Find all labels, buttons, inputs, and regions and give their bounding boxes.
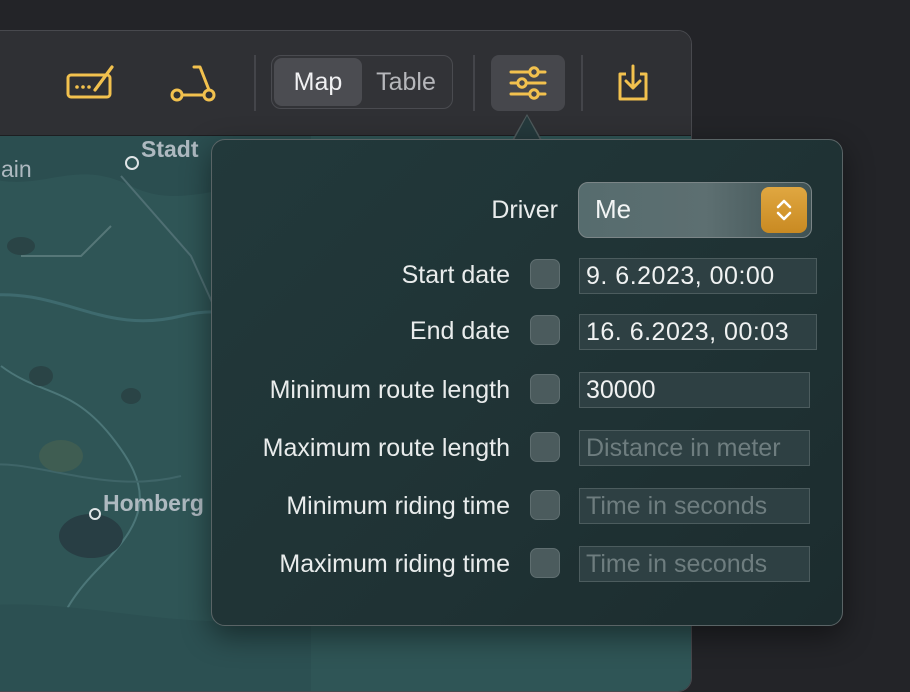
max-route-length-checkbox[interactable] bbox=[530, 432, 560, 462]
view-segmented-control: Map Table bbox=[271, 55, 453, 109]
max-riding-time-field[interactable]: Time in seconds bbox=[579, 546, 810, 582]
min-route-length-field[interactable]: 30000 bbox=[579, 372, 810, 408]
end-date-field[interactable]: 16. 6.2023, 00:03 bbox=[579, 314, 817, 350]
max-riding-time-checkbox[interactable] bbox=[530, 548, 560, 578]
driver-value: Me bbox=[595, 194, 632, 224]
min-route-length-label: Minimum route length bbox=[269, 376, 510, 404]
toolbar-separator bbox=[254, 55, 256, 111]
toolbar-separator bbox=[581, 55, 583, 111]
min-riding-time-checkbox[interactable] bbox=[530, 490, 560, 520]
map-label-left: ain bbox=[1, 156, 32, 182]
edit-button[interactable] bbox=[61, 55, 121, 111]
map-label-homberg: Homberg bbox=[103, 490, 204, 516]
signature-edit-icon bbox=[65, 63, 117, 103]
max-riding-time-label: Maximum riding time bbox=[279, 550, 510, 578]
min-riding-time-field[interactable]: Time in seconds bbox=[579, 488, 810, 524]
scooter-button[interactable] bbox=[163, 55, 223, 111]
tab-table[interactable]: Table bbox=[362, 58, 450, 106]
filter-button[interactable] bbox=[491, 55, 565, 111]
toolbar: Map Table bbox=[0, 31, 691, 136]
filter-popover: Driver Me Start date 9. 6.2023, 00:00 En… bbox=[211, 139, 843, 626]
toolbar-separator bbox=[473, 55, 475, 111]
end-date-checkbox[interactable] bbox=[530, 315, 560, 345]
download-tray-icon bbox=[615, 63, 651, 103]
max-route-length-label: Maximum route length bbox=[262, 434, 510, 462]
map-place-marker bbox=[125, 156, 139, 170]
min-route-length-checkbox[interactable] bbox=[530, 374, 560, 404]
sliders-icon bbox=[508, 66, 548, 100]
max-route-length-placeholder: Distance in meter bbox=[586, 434, 781, 462]
scooter-icon bbox=[167, 61, 219, 105]
max-riding-time-placeholder: Time in seconds bbox=[586, 550, 768, 578]
end-date-label: End date bbox=[409, 317, 510, 345]
start-date-label: Start date bbox=[401, 261, 510, 289]
map-label-stadt: Stadt bbox=[141, 136, 199, 162]
tab-map[interactable]: Map bbox=[274, 58, 362, 106]
export-button[interactable] bbox=[603, 55, 663, 111]
start-date-checkbox[interactable] bbox=[530, 259, 560, 289]
driver-label: Driver bbox=[491, 196, 558, 224]
min-riding-time-label: Minimum riding time bbox=[286, 492, 510, 520]
map-place-marker bbox=[89, 508, 101, 520]
start-date-field[interactable]: 9. 6.2023, 00:00 bbox=[579, 258, 817, 294]
select-chevron-icon bbox=[761, 187, 807, 233]
driver-select[interactable]: Me bbox=[578, 182, 812, 238]
max-route-length-field[interactable]: Distance in meter bbox=[579, 430, 810, 466]
popover-arrow-inner bbox=[514, 116, 540, 140]
min-riding-time-placeholder: Time in seconds bbox=[586, 492, 768, 520]
